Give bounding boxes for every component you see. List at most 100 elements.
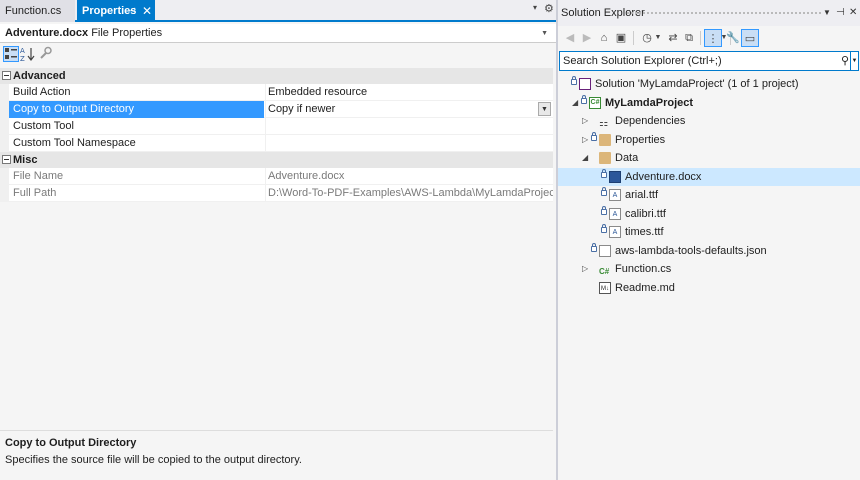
search-icon[interactable]: ⚲ xyxy=(841,52,849,70)
tree-item[interactable]: ▷ C# Function.cs xyxy=(558,260,860,279)
property-row-full-path[interactable]: Full Path D:\Word-To-PDF-Examples\AWS-La… xyxy=(0,185,553,202)
dependencies-icon: ⚏ xyxy=(599,118,608,129)
expand-arrow-icon[interactable]: ▷ xyxy=(582,112,590,130)
tree-item-label: Readme.md xyxy=(615,281,675,294)
properties-wrench-icon[interactable]: 🔧 xyxy=(724,29,742,47)
chevron-down-icon[interactable]: ▼ xyxy=(823,0,831,26)
chevron-down-icon[interactable]: ▼ xyxy=(541,24,548,43)
tab-properties[interactable]: Properties ⊣ ✕ xyxy=(77,0,155,22)
property-row-file-name[interactable]: File Name Adventure.docx xyxy=(0,168,553,185)
tree-item[interactable]: M↓ Readme.md xyxy=(558,279,860,298)
property-value[interactable] xyxy=(265,135,553,152)
property-grid: Advanced Build Action Embedded resource … xyxy=(0,68,553,202)
tree-item[interactable]: Aarial.ttf xyxy=(558,186,860,205)
close-icon[interactable]: ✕ xyxy=(142,0,152,22)
font-file-icon: A xyxy=(609,207,621,220)
search-input[interactable]: Search Solution Explorer (Ctrl+;) ⚲ ▼ xyxy=(559,51,859,71)
lock-icon xyxy=(601,187,607,196)
property-name: File Name xyxy=(13,170,64,182)
object-type: File Properties xyxy=(91,27,163,39)
chevron-down-icon[interactable]: ▼ xyxy=(850,52,858,70)
tree-item[interactable]: ◢ Data xyxy=(558,149,860,168)
property-value[interactable] xyxy=(265,118,553,135)
tree-item[interactable]: ◢ C# MyLamdaProject xyxy=(558,94,860,113)
lock-icon xyxy=(571,76,577,85)
description-panel: Copy to Output Directory Specifies the s… xyxy=(0,430,553,480)
svg-text:Z: Z xyxy=(20,55,25,62)
property-row-custom-tool-namespace[interactable]: Custom Tool Namespace xyxy=(0,135,553,152)
tree-item-label: MyLamdaProject xyxy=(605,96,694,109)
property-name: Copy to Output Directory xyxy=(9,101,264,118)
category-misc[interactable]: Misc xyxy=(0,152,553,168)
drag-grip[interactable] xyxy=(626,11,822,16)
tree-item[interactable]: Solution 'MyLamdaProject' (1 of 1 projec… xyxy=(558,75,860,94)
categorized-icon[interactable] xyxy=(3,46,19,62)
collapse-arrow-icon[interactable]: ◢ xyxy=(572,94,580,112)
switch-views-icon[interactable]: ▣ xyxy=(612,29,630,47)
preview-selected-items-icon[interactable]: ▭ xyxy=(741,29,759,47)
gear-icon[interactable]: ⚙ xyxy=(544,2,554,15)
property-row-custom-tool[interactable]: Custom Tool xyxy=(0,118,553,135)
chevron-down-icon[interactable]: ▼ xyxy=(653,29,663,47)
json-file-icon xyxy=(599,244,611,257)
tree-item-label: arial.ttf xyxy=(625,189,659,201)
object-name: Adventure.docx xyxy=(5,27,89,39)
property-name: Build Action xyxy=(13,86,71,98)
home-icon[interactable]: ⌂ xyxy=(595,29,613,47)
expand-arrow-icon[interactable]: ▷ xyxy=(582,131,590,149)
solution-explorer: Solution Explorer ▼ ⊣ ✕ ◀ ▶ ⌂ ▣ ◷ ▼ ⇄ ⧉ … xyxy=(558,0,860,480)
object-selector[interactable]: Adventure.docx File Properties ▼ xyxy=(0,24,556,43)
word-document-icon xyxy=(609,170,621,183)
close-icon[interactable]: ✕ xyxy=(849,0,857,26)
property-row-build-action[interactable]: Build Action Embedded resource xyxy=(0,84,553,101)
category-advanced[interactable]: Advanced xyxy=(0,68,553,84)
tree-item-label: Adventure.docx xyxy=(625,170,702,183)
tree-item[interactable]: Adventure.docx xyxy=(558,167,860,186)
property-pages-icon[interactable] xyxy=(38,46,54,62)
folder-icon xyxy=(599,152,611,164)
tree-item-label: calibri.ttf xyxy=(625,207,666,220)
tree-item[interactable]: ▷ Properties xyxy=(558,131,860,150)
pin-icon[interactable]: ⊣ xyxy=(836,0,845,26)
tab-label: Function.cs xyxy=(5,5,62,17)
property-value[interactable]: Copy if newer xyxy=(265,101,553,118)
forward-icon[interactable]: ▶ xyxy=(578,29,596,47)
tree-item-label: Dependencies xyxy=(615,115,686,127)
back-icon[interactable]: ◀ xyxy=(561,29,579,47)
solution-explorer-toolbar: ◀ ▶ ⌂ ▣ ◷ ▼ ⇄ ⧉ ⋮ ▼ 🔧 ▭ xyxy=(558,26,860,50)
tree-item-label: Data xyxy=(615,152,639,164)
property-value: Adventure.docx xyxy=(265,168,553,185)
collapse-icon[interactable] xyxy=(2,155,11,164)
lock-icon xyxy=(581,94,587,104)
chevron-down-icon[interactable]: ▾ xyxy=(533,3,537,12)
tree-item[interactable]: Atimes.ttf xyxy=(558,223,860,242)
property-name: Custom Tool xyxy=(13,120,74,132)
lock-icon xyxy=(601,168,607,178)
font-file-icon: A xyxy=(609,226,621,238)
csharp-project-icon: C# xyxy=(589,96,601,109)
font-file-icon: A xyxy=(609,189,621,201)
property-value: D:\Word-To-PDF-Examples\AWS-Lambda\MyLam… xyxy=(265,185,553,202)
property-row-copy-to-output[interactable]: Copy to Output Directory Copy if newer ▼ xyxy=(0,101,553,118)
tree-item[interactable]: Acalibri.ttf xyxy=(558,205,860,224)
collapse-icon[interactable] xyxy=(2,71,11,80)
lock-icon xyxy=(591,131,597,141)
property-value[interactable]: Embedded resource xyxy=(265,84,553,101)
chevron-down-icon[interactable]: ▼ xyxy=(538,102,551,116)
pin-icon[interactable]: ⊣ xyxy=(128,0,136,22)
property-toolbar: AZ xyxy=(0,43,556,67)
tab-function-cs[interactable]: Function.cs xyxy=(0,0,75,22)
collapse-all-icon[interactable]: ⧉ xyxy=(680,29,698,47)
tree-item[interactable]: aws-lambda-tools-defaults.json xyxy=(558,242,860,261)
expand-arrow-icon[interactable]: ▷ xyxy=(582,260,590,278)
description-title: Copy to Output Directory xyxy=(5,437,137,449)
document-tab-strip: Function.cs Properties ⊣ ✕ ▾ ⚙ xyxy=(0,0,556,22)
property-name: Custom Tool Namespace xyxy=(13,137,136,149)
tree-item[interactable]: ▷ ⚏ Dependencies xyxy=(558,112,860,131)
markdown-file-icon: M↓ xyxy=(599,281,611,294)
category-label: Advanced xyxy=(13,70,66,82)
lock-icon xyxy=(601,205,607,215)
svg-text:A: A xyxy=(20,47,25,55)
collapse-arrow-icon[interactable]: ◢ xyxy=(582,149,590,167)
alphabetical-icon[interactable]: AZ xyxy=(20,46,36,63)
